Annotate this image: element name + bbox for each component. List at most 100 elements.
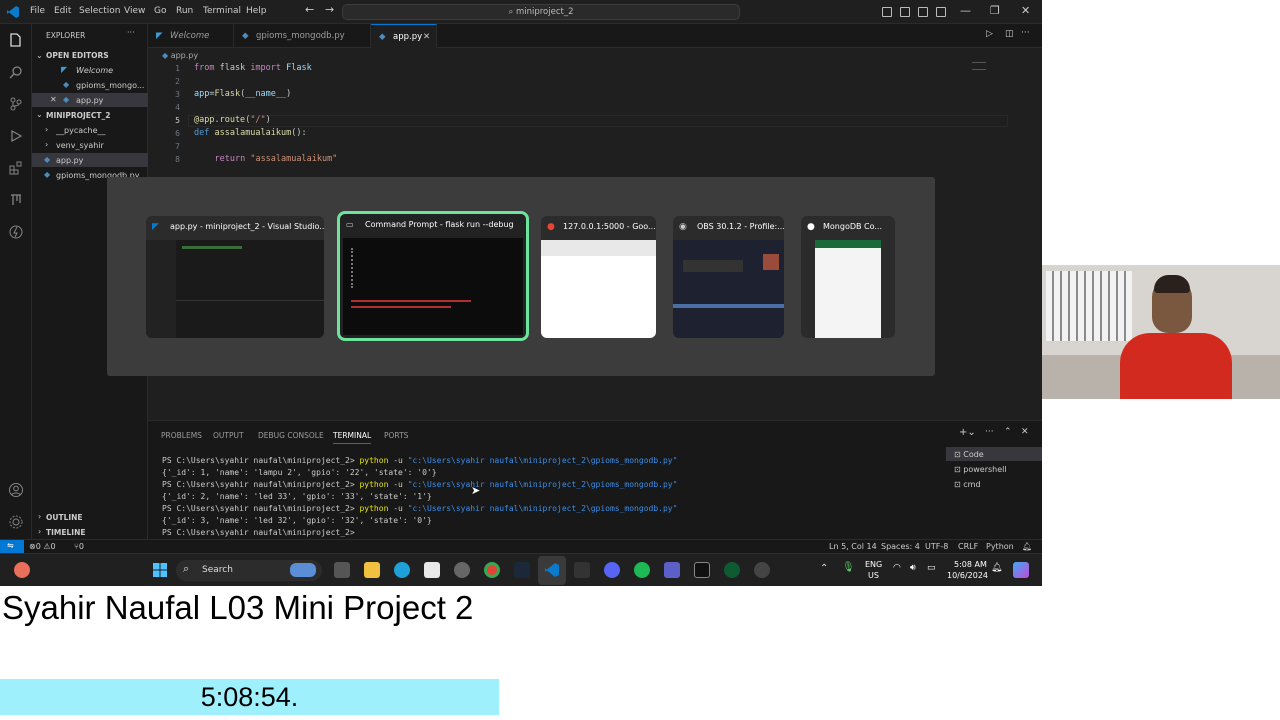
maximize-icon[interactable]: ❐: [990, 4, 1000, 17]
task-view-icon[interactable]: [334, 562, 350, 578]
timeline-header[interactable]: TIMELINE: [46, 528, 85, 537]
indentation[interactable]: Spaces: 4: [881, 542, 920, 551]
chevron-down-icon[interactable]: ⌄: [36, 110, 43, 119]
menu-edit[interactable]: Edit: [54, 6, 71, 16]
chevron-right-icon[interactable]: ›: [38, 527, 41, 536]
settings-gear-icon[interactable]: [454, 562, 470, 578]
chevron-right-icon[interactable]: ›: [45, 140, 48, 149]
run-file-icon[interactable]: ▷: [986, 29, 993, 39]
switch-window-vscode[interactable]: ◤ app.py - miniproject_2 - Visual Studio…: [146, 216, 324, 338]
steam-icon[interactable]: [514, 562, 530, 578]
copilot-icon[interactable]: [1013, 562, 1029, 578]
discord-icon[interactable]: [604, 562, 620, 578]
open-editor-welcome[interactable]: Welcome: [76, 66, 113, 75]
wifi-icon[interactable]: ◠: [893, 563, 901, 573]
remote-indicator[interactable]: ⇋: [0, 540, 24, 553]
tab-app[interactable]: ◆ app.py ✕: [371, 24, 437, 48]
open-editor-gpioms[interactable]: gpioms_mongo...: [76, 81, 144, 90]
language-mode[interactable]: Python: [986, 542, 1014, 551]
notifications-bell-icon[interactable]: 🔔︎: [1022, 542, 1032, 551]
mongodb-compass-icon[interactable]: [724, 562, 740, 578]
tab-gpioms[interactable]: ◆ gpioms_mongodb.py: [234, 24, 371, 48]
teams-icon[interactable]: [664, 562, 680, 578]
run-debug-icon[interactable]: [8, 128, 24, 144]
tab-ports[interactable]: PORTS: [384, 431, 408, 440]
more-actions-icon[interactable]: ···: [985, 427, 994, 437]
chrome-icon[interactable]: [484, 562, 500, 578]
file-app[interactable]: app.py: [56, 156, 83, 165]
spotify-icon[interactable]: [634, 562, 650, 578]
maximize-panel-icon[interactable]: ⌃: [1004, 427, 1012, 437]
more-actions-icon[interactable]: ···: [1021, 28, 1030, 38]
weather-widget-icon[interactable]: [14, 562, 30, 578]
open-editors-header[interactable]: OPEN EDITORS: [46, 51, 109, 60]
problems-status[interactable]: ⊗0 ⚠0: [29, 542, 56, 551]
app-icon[interactable]: [574, 562, 590, 578]
new-terminal-plus-icon[interactable]: +⌄: [959, 427, 976, 438]
customize-layout-icon[interactable]: [936, 7, 946, 17]
microsoft-store-icon[interactable]: [424, 562, 440, 578]
extensions-icon[interactable]: [8, 160, 24, 176]
back-arrow-icon[interactable]: ←: [305, 3, 314, 16]
minimize-icon[interactable]: —: [960, 4, 971, 17]
notification-bell-icon[interactable]: 🔔︎: [991, 563, 1002, 573]
encoding[interactable]: UTF-8: [925, 542, 948, 551]
source-control-icon[interactable]: [8, 96, 24, 112]
toggle-sidebar-icon[interactable]: [882, 7, 892, 17]
clock-time[interactable]: 5:08 AM: [954, 560, 987, 569]
terminal-list-powershell[interactable]: ⊡ powershell: [954, 465, 1007, 474]
vscode-icon[interactable]: [544, 562, 560, 578]
forward-arrow-icon[interactable]: →: [325, 3, 334, 16]
tab-output[interactable]: OUTPUT: [213, 431, 244, 440]
switch-window-mongodb[interactable]: ● MongoDB Co...: [801, 216, 895, 338]
tab-welcome[interactable]: ◤ Welcome: [148, 24, 234, 48]
account-icon[interactable]: [8, 482, 24, 498]
close-panel-icon[interactable]: ✕: [1021, 427, 1029, 437]
toggle-panel-icon[interactable]: [900, 7, 910, 17]
folder-venv[interactable]: venv_syahir: [56, 141, 104, 150]
tab-problems[interactable]: PROBLEMS: [161, 431, 202, 440]
menu-selection[interactable]: Selection: [79, 6, 120, 16]
menu-file[interactable]: File: [30, 6, 45, 16]
split-editor-icon[interactable]: ◫: [1005, 29, 1014, 39]
testing-icon[interactable]: [8, 192, 24, 208]
battery-icon[interactable]: ▭: [927, 563, 936, 573]
terminal-prompt[interactable]: PS C:\Users\syahir naufal\miniproject_2>: [162, 528, 355, 537]
chevron-down-icon[interactable]: ⌄: [36, 51, 43, 60]
settings-gear-icon[interactable]: [8, 514, 24, 530]
search-icon[interactable]: [8, 64, 24, 80]
more-actions-icon[interactable]: ···: [127, 28, 135, 37]
close-icon[interactable]: ✕: [423, 25, 430, 49]
switch-window-chrome[interactable]: ● 127.0.0.1:5000 - Goo...: [541, 216, 656, 338]
microphone-icon[interactable]: 🎙︎: [842, 562, 855, 573]
toggle-secondary-sidebar-icon[interactable]: [918, 7, 928, 17]
edge-icon[interactable]: [394, 562, 410, 578]
tab-terminal[interactable]: TERMINAL: [333, 431, 372, 444]
menu-run[interactable]: Run: [176, 6, 193, 16]
switch-window-cmd[interactable]: ▭ Command Prompt - flask run --debug: [337, 211, 529, 341]
volume-icon[interactable]: 🔊︎: [910, 563, 916, 573]
project-header[interactable]: MINIPROJECT_2: [46, 111, 110, 120]
menu-help[interactable]: Help: [246, 6, 267, 16]
line-ending[interactable]: CRLF: [958, 542, 978, 551]
terminal-list-cmd[interactable]: ⊡ cmd: [954, 480, 981, 489]
remote-icon[interactable]: [8, 224, 24, 240]
language-indicator[interactable]: ENG: [865, 560, 882, 569]
taskbar-search-box[interactable]: ⌕ Search: [176, 560, 322, 581]
chevron-right-icon[interactable]: ›: [38, 512, 41, 521]
breadcrumb[interactable]: ◆ app.py: [162, 51, 198, 60]
close-window-icon[interactable]: ✕: [1021, 4, 1030, 17]
chevron-right-icon[interactable]: ›: [45, 125, 48, 134]
menu-terminal[interactable]: Terminal: [203, 6, 241, 16]
minimap[interactable]: [972, 62, 986, 70]
windows-start-icon[interactable]: [152, 562, 168, 578]
chevron-up-icon[interactable]: ⌃: [820, 563, 828, 574]
explorer-icon[interactable]: [8, 32, 24, 48]
tab-debug-console[interactable]: DEBUG CONSOLE: [258, 431, 324, 440]
obs-icon[interactable]: [754, 562, 770, 578]
cursor-position[interactable]: Ln 5, Col 14: [829, 542, 877, 551]
menu-go[interactable]: Go: [154, 6, 166, 16]
ports-status[interactable]: ⑂0: [74, 542, 84, 551]
terminal-list-code[interactable]: ⊡ Code: [954, 450, 984, 459]
close-icon[interactable]: ✕: [50, 95, 57, 104]
